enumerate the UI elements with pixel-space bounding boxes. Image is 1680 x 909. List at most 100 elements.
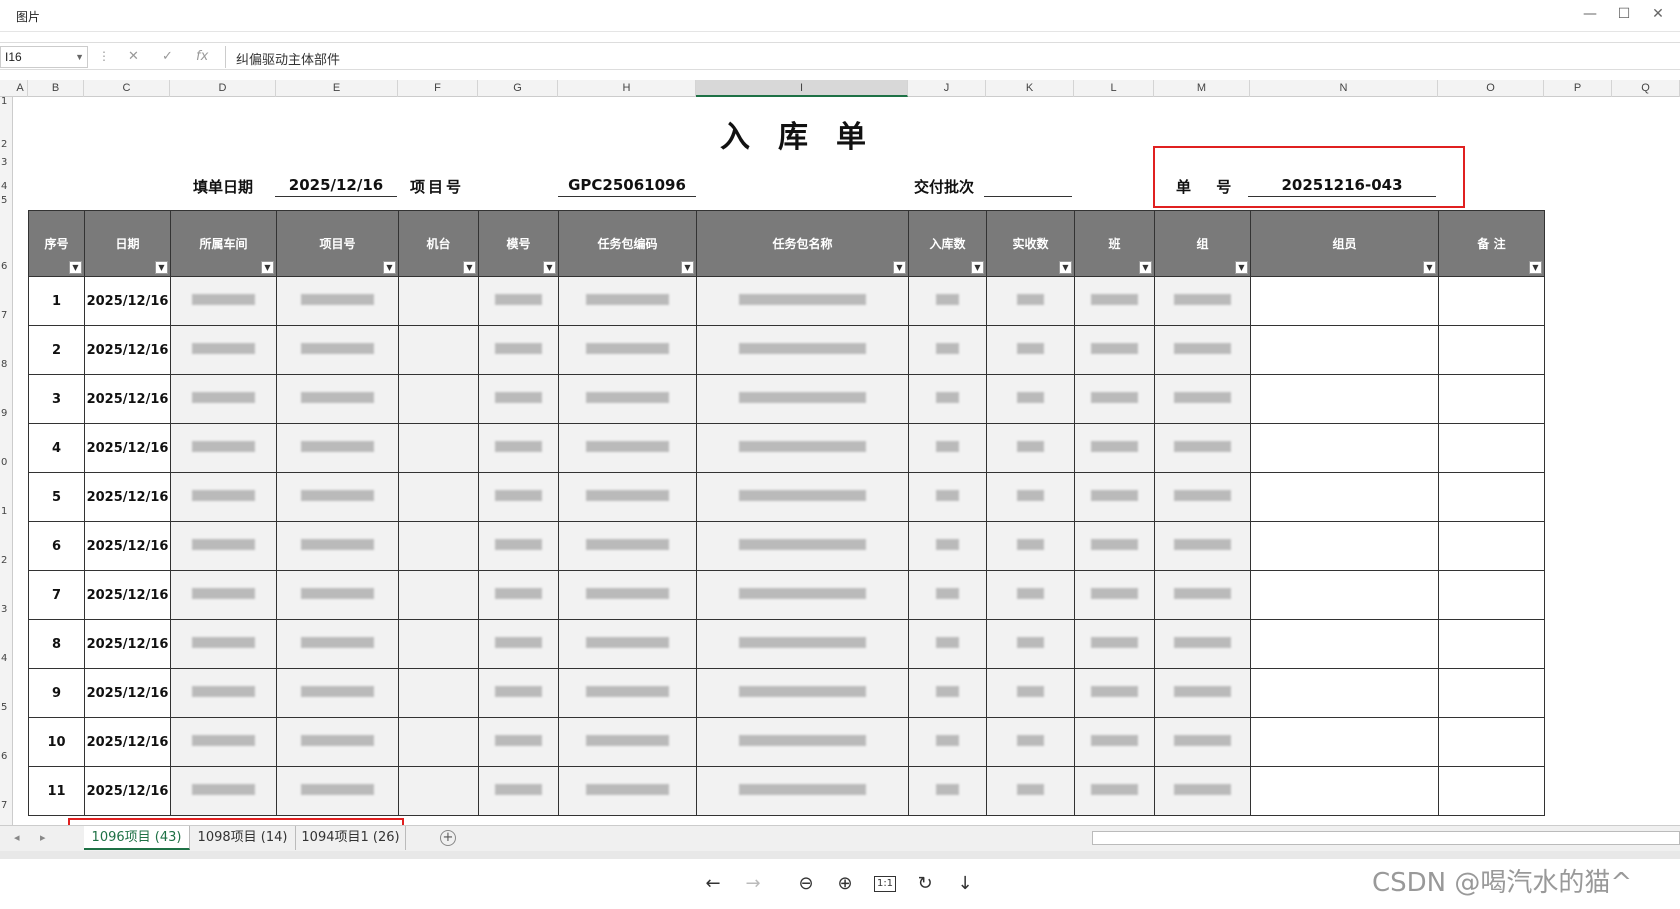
task-name-cell[interactable] [696, 374, 909, 424]
filter-icon[interactable]: ▼ [1529, 261, 1542, 274]
remark-cell[interactable] [1438, 325, 1545, 375]
project-cell[interactable] [276, 570, 399, 620]
column-header[interactable]: P [1544, 80, 1612, 97]
row-number-cell[interactable]: 10 [28, 717, 85, 767]
task-code-cell[interactable] [558, 521, 697, 571]
filter-icon[interactable]: ▼ [261, 261, 274, 274]
row-header[interactable]: 3 [1, 157, 7, 168]
date-cell[interactable]: 2025/12/16 [84, 325, 171, 375]
workshop-cell[interactable] [170, 570, 277, 620]
shift-cell[interactable] [1074, 619, 1155, 669]
project-cell[interactable] [276, 717, 399, 767]
machine-cell[interactable] [398, 472, 479, 522]
date-cell[interactable]: 2025/12/16 [84, 374, 171, 424]
header-cell[interactable]: 实收数 ▼ [986, 210, 1075, 277]
remark-cell[interactable] [1438, 276, 1545, 326]
workshop-cell[interactable] [170, 668, 277, 718]
group-cell[interactable] [1154, 374, 1251, 424]
task-name-cell[interactable] [696, 570, 909, 620]
column-header[interactable]: G [478, 80, 558, 97]
filter-icon[interactable]: ▼ [971, 261, 984, 274]
minimize-button[interactable]: — [1578, 4, 1602, 24]
remark-cell[interactable] [1438, 374, 1545, 424]
in-qty-cell[interactable] [908, 668, 987, 718]
row-number-cell[interactable]: 3 [28, 374, 85, 424]
row-header[interactable]: 1 [1, 96, 7, 107]
received-qty-cell[interactable] [986, 570, 1075, 620]
machine-cell[interactable] [398, 619, 479, 669]
remark-cell[interactable] [1438, 472, 1545, 522]
date-cell[interactable]: 2025/12/16 [84, 570, 171, 620]
shift-cell[interactable] [1074, 570, 1155, 620]
column-header[interactable]: Q [1612, 80, 1680, 97]
header-cell[interactable]: 备 注 ▼ [1438, 210, 1545, 277]
project-cell[interactable] [276, 276, 399, 326]
remark-cell[interactable] [1438, 521, 1545, 571]
header-cell[interactable]: 任务包名称 ▼ [696, 210, 909, 277]
project-cell[interactable] [276, 423, 399, 473]
machine-cell[interactable] [398, 668, 479, 718]
column-header[interactable]: N [1250, 80, 1438, 97]
project-cell[interactable] [276, 325, 399, 375]
mold-cell[interactable] [478, 570, 559, 620]
workshop-cell[interactable] [170, 717, 277, 767]
workshop-cell[interactable] [170, 325, 277, 375]
shift-cell[interactable] [1074, 521, 1155, 571]
row-number-cell[interactable]: 8 [28, 619, 85, 669]
header-cell[interactable]: 序号 ▼ [28, 210, 85, 277]
project-cell[interactable] [276, 374, 399, 424]
shift-cell[interactable] [1074, 766, 1155, 816]
column-header[interactable]: M [1154, 80, 1250, 97]
enter-icon[interactable]: ✓ [162, 49, 173, 64]
group-cell[interactable] [1154, 276, 1251, 326]
received-qty-cell[interactable] [986, 423, 1075, 473]
task-name-cell[interactable] [696, 766, 909, 816]
row-header[interactable]: 7 [1, 310, 7, 321]
shift-cell[interactable] [1074, 668, 1155, 718]
task-name-cell[interactable] [696, 668, 909, 718]
remark-cell[interactable] [1438, 570, 1545, 620]
in-qty-cell[interactable] [908, 423, 987, 473]
header-cell[interactable]: 所属车间 ▼ [170, 210, 277, 277]
project-cell[interactable] [276, 668, 399, 718]
project-cell[interactable] [276, 766, 399, 816]
rotate-icon[interactable]: ↻ [914, 873, 936, 895]
received-qty-cell[interactable] [986, 717, 1075, 767]
add-sheet-icon[interactable]: + [440, 830, 456, 846]
zoom-in-icon[interactable]: ⊕ [834, 873, 856, 895]
task-code-cell[interactable] [558, 374, 697, 424]
sheet-tab[interactable]: 1098项目 (14) [190, 826, 296, 850]
row-number-cell[interactable]: 9 [28, 668, 85, 718]
tab-scroll-right-icon[interactable]: ▸ [40, 831, 46, 844]
member-cell[interactable] [1250, 717, 1439, 767]
date-cell[interactable]: 2025/12/16 [84, 619, 171, 669]
received-qty-cell[interactable] [986, 766, 1075, 816]
task-name-cell[interactable] [696, 472, 909, 522]
group-cell[interactable] [1154, 570, 1251, 620]
mold-cell[interactable] [478, 521, 559, 571]
task-code-cell[interactable] [558, 668, 697, 718]
filter-icon[interactable]: ▼ [543, 261, 556, 274]
name-box[interactable]: I16 ▼ [0, 46, 88, 68]
in-qty-cell[interactable] [908, 717, 987, 767]
group-cell[interactable] [1154, 423, 1251, 473]
sheet-tab[interactable]: 1096项目 (43) [84, 826, 190, 850]
project-cell[interactable] [276, 619, 399, 669]
project-number[interactable]: GPC25061096 [558, 176, 696, 197]
member-cell[interactable] [1250, 374, 1439, 424]
tab-scroll-left-icon[interactable]: ◂ [14, 831, 20, 844]
date-cell[interactable]: 2025/12/16 [84, 472, 171, 522]
function-icon[interactable]: fx [196, 49, 208, 64]
header-cell[interactable]: 模号 ▼ [478, 210, 559, 277]
close-button[interactable]: ✕ [1646, 4, 1670, 24]
column-header[interactable]: K [986, 80, 1074, 97]
row-header[interactable]: 1 [1, 506, 7, 517]
row-number-cell[interactable]: 7 [28, 570, 85, 620]
column-header[interactable]: I [696, 80, 908, 97]
group-cell[interactable] [1154, 668, 1251, 718]
task-code-cell[interactable] [558, 766, 697, 816]
workshop-cell[interactable] [170, 619, 277, 669]
row-number-cell[interactable]: 4 [28, 423, 85, 473]
row-header[interactable]: 3 [1, 604, 7, 615]
workshop-cell[interactable] [170, 472, 277, 522]
